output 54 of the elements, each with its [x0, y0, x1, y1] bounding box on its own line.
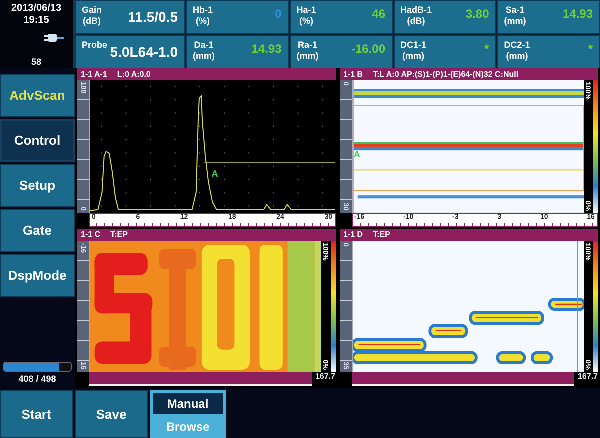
readout-unit: (dB) [83, 16, 101, 27]
readout-label: Gain [82, 5, 102, 16]
readout-unit: (%) [196, 16, 210, 27]
readout-value: 14.93 [562, 7, 593, 21]
readout-value: 3.80 [466, 7, 490, 21]
view-title: 1-1 C [81, 230, 101, 240]
readout-unit: (mm) [504, 16, 526, 27]
progress-reading: 408 / 498 [18, 374, 58, 384]
view-info: T:EP [373, 230, 390, 240]
date-text: 2013/06/13 [11, 3, 62, 15]
menu-button[interactable]: Setup [0, 164, 75, 207]
action-button[interactable]: Save [75, 390, 148, 438]
readout-label: Sa-1 [506, 5, 525, 16]
view-title: 1-1 B [344, 70, 364, 78]
view-title: 1-1 A-1 [81, 70, 108, 78]
end-label: 167.7 [576, 372, 598, 383]
end-label: 167.7 [314, 372, 336, 383]
gate-marker: A [212, 169, 218, 180]
readout-value: * [588, 42, 593, 56]
counter-text: 58 [31, 57, 42, 67]
readout-label: HadB-1 [400, 5, 432, 16]
menu-button[interactable]: AdvScan [0, 74, 75, 117]
readout-unit: (mm) [296, 51, 319, 62]
menu-button[interactable]: Control [0, 119, 75, 162]
readout-value: 11.5/0.5 [128, 9, 178, 25]
readout-unit: (%) [300, 16, 314, 27]
readout-value: * [484, 42, 490, 56]
plug-icon [43, 31, 65, 45]
readout-label: Probe [82, 40, 108, 51]
readout-label: Da-1 [194, 40, 214, 51]
time-text: 19:15 [24, 15, 50, 27]
readout-value: 0 [275, 7, 282, 21]
menu-button[interactable]: DspMode [0, 254, 75, 297]
readout-label: DC1-1 [400, 40, 427, 51]
readout-value: 5.0L64-1.0 [110, 44, 178, 60]
readout-unit: (mm) [402, 51, 424, 62]
readout-label: DC2-1 [504, 40, 530, 51]
mode-toggle-button[interactable]: Manual [151, 391, 225, 416]
readout-value: 46 [372, 7, 386, 21]
readout-label: Ra-1 [298, 40, 318, 51]
action-button[interactable]: Start [0, 390, 73, 438]
view-info: T:EP [110, 230, 128, 240]
gate-marker: A [353, 150, 360, 160]
view-info: L:0 A:0.0 [117, 70, 151, 78]
readout-unit: (mm) [506, 51, 528, 62]
readout-value: 14.93 [252, 42, 282, 56]
view-info: T:L A:0 AP:(S)1-(P)1-(E)64-(N)32 C:Null [373, 70, 519, 78]
readout-value: -16.00 [351, 42, 386, 56]
readout-label: Ha-1 [296, 5, 316, 16]
readout-unit: (dB) [407, 16, 426, 27]
readout-unit: (mm) [193, 51, 215, 62]
menu-button[interactable]: Gate [0, 209, 75, 252]
view-title: 1-1 D [344, 230, 364, 240]
readout-label: Hb-1 [193, 5, 213, 16]
